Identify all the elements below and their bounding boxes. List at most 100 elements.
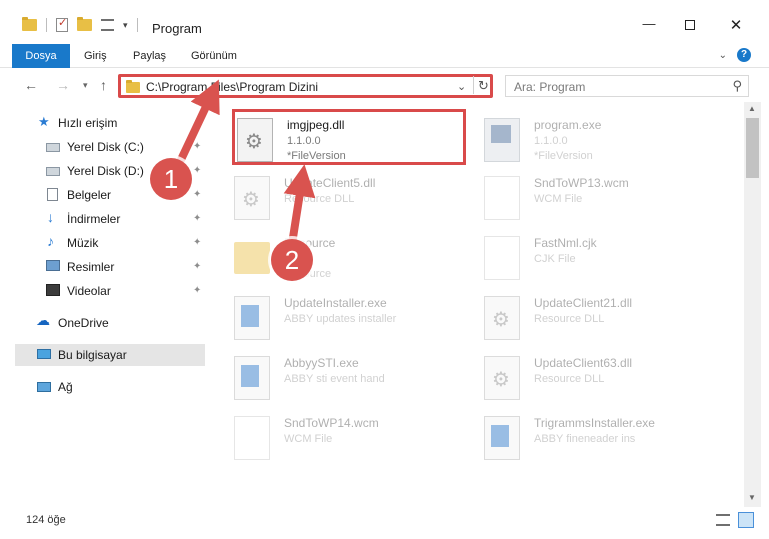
pin-icon[interactable]: ✦ [193, 285, 201, 296]
pin-icon[interactable]: ✦ [193, 261, 201, 272]
file-name: program.exe [534, 118, 602, 132]
sidebar-item-label: Yerel Disk (C:) [67, 140, 144, 154]
scroll-down-arrow-icon[interactable]: ▼ [748, 493, 756, 502]
file-type: ABBY updates installer [284, 313, 397, 325]
file-item[interactable]: FastNml.cjk CJK File [482, 230, 716, 286]
forward-button[interactable]: → [56, 77, 70, 93]
search-input[interactable]: Ara: Program [514, 80, 585, 94]
maximize-icon [685, 20, 695, 30]
gear-file-icon [484, 296, 520, 340]
customize-toolbar-chevron-icon[interactable]: ▾ [123, 20, 128, 31]
view-icon[interactable] [101, 19, 114, 31]
expand-ribbon-chevron-icon[interactable]: ⌄ [719, 50, 727, 61]
tab-share[interactable]: Paylaş [133, 44, 166, 68]
scroll-up-arrow-icon[interactable]: ▲ [748, 104, 756, 113]
file-item-imgjpeg-dll[interactable]: imgjpeg.dll 1.1.0.0 *FileVersion [232, 109, 466, 165]
scrollbar-thumb[interactable] [746, 118, 759, 178]
file-item[interactable]: UpdateClient21.dll Resource DLL [482, 290, 716, 346]
details-view-icon[interactable] [716, 514, 730, 526]
close-button[interactable]: ✕ [721, 16, 751, 36]
sidebar-item-pictures[interactable]: Resimler ✦ [0, 256, 208, 278]
address-path[interactable]: C:\Program Files\Program Dizini [146, 80, 318, 94]
new-folder-icon[interactable] [77, 17, 92, 31]
large-icons-view-icon[interactable] [738, 512, 754, 528]
folder-icon [234, 242, 270, 274]
help-icon[interactable]: ? [737, 48, 751, 62]
sidebar-item-this-pc[interactable]: Bu bilgisayar [15, 344, 205, 366]
search-icon[interactable]: ⚲ [732, 78, 742, 94]
file-item[interactable]: SndToWP13.wcm WCM File [482, 170, 716, 226]
pin-icon[interactable]: ✦ [193, 165, 201, 176]
sidebar-item-label: Videolar [67, 284, 111, 298]
maximize-button[interactable] [675, 16, 705, 36]
disk-icon [46, 167, 60, 176]
tab-home[interactable]: Giriş [84, 44, 107, 68]
address-dropdown-chevron-icon[interactable]: ⌄ [457, 80, 466, 93]
app-icon [234, 296, 270, 340]
pin-icon[interactable]: ✦ [193, 141, 201, 152]
folder-item[interactable]: Resource Resource [232, 230, 466, 286]
file-item[interactable]: UpdateClient5.dll Resource DLL [232, 170, 466, 226]
app-icon [484, 416, 520, 460]
file-name: FastNml.cjk [534, 236, 597, 250]
sidebar-item-onedrive[interactable]: ☁ OneDrive [0, 312, 208, 334]
gear-file-icon [237, 118, 273, 162]
music-icon: ♪ [47, 233, 54, 249]
network-icon [37, 382, 51, 392]
file-name: UpdateClient63.dll [534, 356, 633, 370]
toolbar-separator [136, 18, 138, 32]
file-item[interactable]: AbbyySTI.exe ABBY sti event hand [232, 350, 466, 406]
file-item[interactable]: SndToWP14.wcm WCM File [232, 410, 466, 466]
video-icon [46, 284, 60, 296]
sidebar-item-quick-access[interactable]: ★ Hızlı erişim [0, 112, 208, 134]
minimize-button[interactable]: — [634, 16, 664, 36]
app-icon [234, 356, 270, 400]
sidebar-item-label: Bu bilgisayar [58, 348, 127, 362]
search-box[interactable]: Ara: Program ⚲ [505, 75, 749, 97]
sidebar-item-music[interactable]: ♪ Müzik ✦ [0, 232, 208, 254]
file-version: 1.1.0.0 [534, 135, 568, 147]
status-bar: 124 öğe [0, 507, 769, 539]
file-type: WCM File [534, 193, 583, 205]
download-icon: ↓ [47, 209, 54, 225]
vertical-scrollbar[interactable]: ▲ ▼ [744, 102, 761, 507]
sidebar-item-downloads[interactable]: ↓ İndirmeler ✦ [0, 208, 208, 230]
sidebar-item-label: Müzik [67, 236, 99, 250]
up-button[interactable]: ↑ [100, 77, 107, 93]
file-description: *FileVersion [534, 150, 593, 162]
toolbar-separator [46, 18, 47, 32]
file-item[interactable]: UpdateClient63.dll Resource DLL [482, 350, 716, 406]
item-count: 124 öğe [26, 514, 66, 526]
ribbon-controls: ⌄ ? [719, 48, 751, 62]
sidebar-item-disk-c[interactable]: Yerel Disk (C:) ✦ [0, 136, 208, 158]
file-list: imgjpeg.dll 1.1.0.0 *FileVersion program… [208, 102, 744, 507]
blank-file-icon [484, 236, 520, 280]
pin-icon[interactable]: ✦ [193, 213, 201, 224]
recent-locations-chevron-icon[interactable]: ▾ [83, 80, 88, 91]
file-version: 1.1.0.0 [287, 135, 321, 147]
refresh-button[interactable]: ↻ [473, 76, 493, 94]
pin-icon[interactable]: ✦ [193, 189, 201, 200]
pictures-icon [46, 260, 60, 271]
file-name: UpdateClient21.dll [534, 296, 633, 310]
file-item[interactable]: UpdateInstaller.exe ABBY updates install… [232, 290, 466, 346]
disk-icon [46, 143, 60, 152]
sidebar-item-label: İndirmeler [67, 212, 121, 226]
title-bar: ▾ Program — ✕ [0, 0, 769, 42]
file-name: SndToWP13.wcm [534, 176, 629, 190]
sidebar-item-network[interactable]: Ağ [0, 376, 208, 398]
tab-view[interactable]: Görünüm [191, 44, 237, 68]
sidebar-item-label: Resimler [67, 260, 115, 274]
properties-icon[interactable] [56, 16, 68, 32]
pin-icon[interactable]: ✦ [193, 237, 201, 248]
ribbon-tabs: Dosya Giriş Paylaş Görünüm ⌄ ? [0, 44, 769, 68]
back-button[interactable]: ← [24, 77, 38, 93]
file-type: Resource DLL [534, 373, 605, 385]
sidebar-item-videos[interactable]: Videolar ✦ [0, 280, 208, 302]
file-name: TrigrammsInstaller.exe [534, 416, 655, 430]
sidebar-item-label: Yerel Disk (D:) [67, 164, 144, 178]
tab-file[interactable]: Dosya [12, 44, 70, 68]
file-item[interactable]: TrigrammsInstaller.exe ABBY fineneader i… [482, 410, 716, 466]
file-item[interactable]: program.exe 1.1.0.0 *FileVersion [482, 112, 716, 168]
address-bar[interactable]: C:\Program Files\Program Dizini ⌄ ↻ [118, 74, 493, 98]
